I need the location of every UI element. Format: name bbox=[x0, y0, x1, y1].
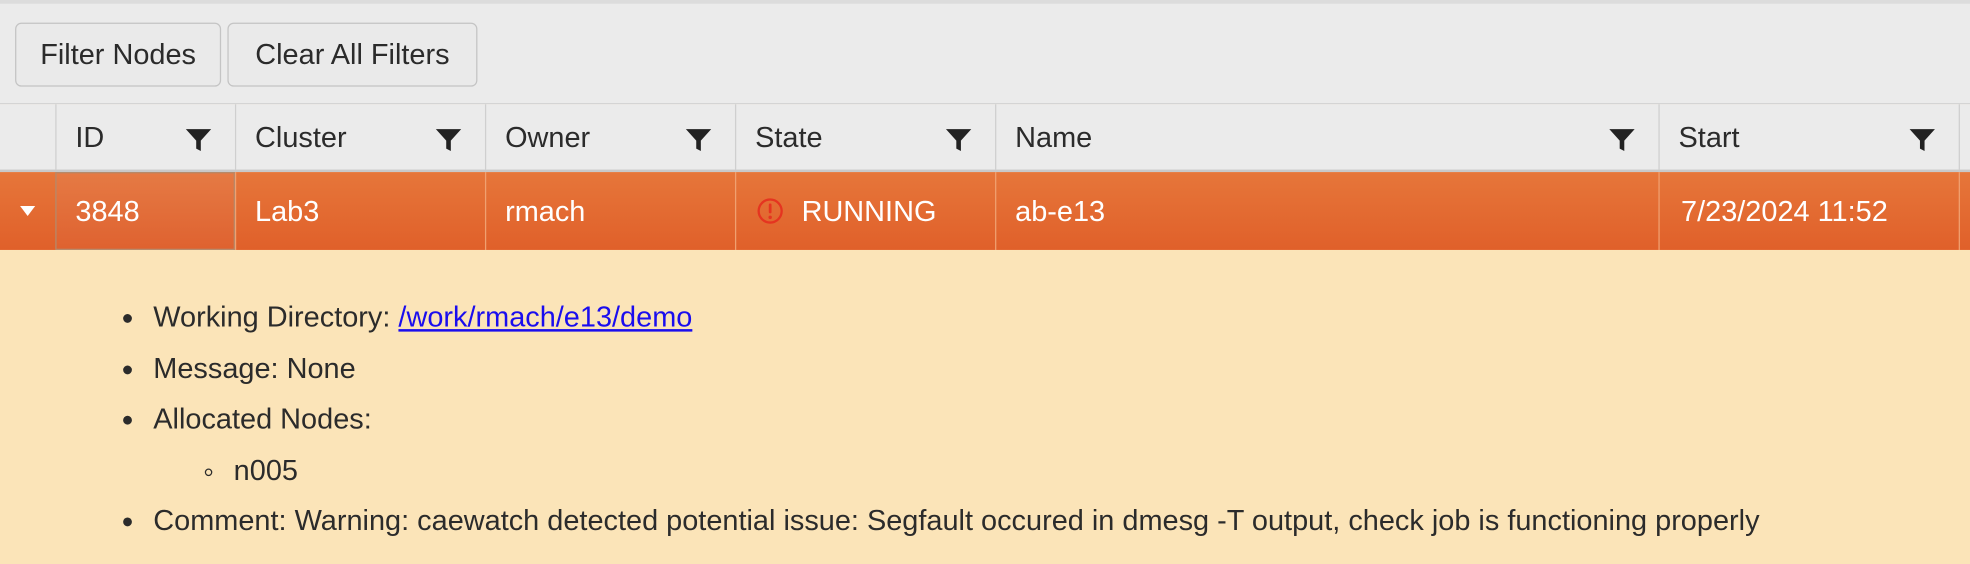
filter-funnel-icon[interactable] bbox=[945, 126, 973, 154]
allocated-node: n005 bbox=[233, 453, 298, 487]
name-value: ab-e13 bbox=[1015, 194, 1106, 227]
working-directory-label: Working Directory: bbox=[153, 300, 399, 333]
table-row[interactable]: 3848 Lab3 rmach RUNNING ab-e13 7/23/2024… bbox=[0, 172, 1970, 250]
cell-start[interactable]: 7/23/2024 11:52 bbox=[1658, 172, 1958, 250]
jobs-grid-page: Filter Nodes Clear All Filters ID Cluste… bbox=[0, 0, 1970, 564]
toolbar: Filter Nodes Clear All Filters bbox=[0, 0, 1970, 105]
cell-cluster[interactable]: Lab3 bbox=[234, 172, 485, 250]
allocated-nodes-item: Allocated Nodes: bbox=[153, 401, 372, 435]
column-label: Name bbox=[1015, 119, 1093, 153]
working-directory-item: Working Directory: /work/rmach/e13/demo bbox=[153, 300, 692, 334]
column-label: Cluster bbox=[255, 119, 347, 153]
bullet bbox=[123, 314, 132, 323]
column-header-start[interactable]: Start bbox=[1658, 104, 1958, 170]
cell-id[interactable]: 3848 bbox=[55, 172, 235, 250]
column-header-name[interactable]: Name bbox=[995, 104, 1658, 170]
header-expander-cell bbox=[0, 104, 55, 169]
exclamation-circle-icon bbox=[757, 198, 783, 224]
caret-down-icon[interactable] bbox=[19, 205, 37, 218]
filter-funnel-icon[interactable] bbox=[1908, 126, 1936, 154]
column-header-overflow bbox=[1958, 104, 1970, 170]
cluster-value: Lab3 bbox=[255, 194, 320, 227]
job-id: 3848 bbox=[75, 194, 140, 227]
bullet bbox=[123, 517, 132, 527]
comment-item: Comment: Warning: caewatch detected pote… bbox=[153, 503, 1760, 537]
working-directory-link[interactable]: /work/rmach/e13/demo bbox=[398, 300, 692, 333]
filter-funnel-icon[interactable] bbox=[435, 126, 463, 154]
owner-value: rmach bbox=[505, 194, 586, 227]
filter-nodes-button[interactable]: Filter Nodes bbox=[15, 22, 222, 87]
cell-name[interactable]: ab-e13 bbox=[995, 172, 1658, 250]
column-header-id[interactable]: ID bbox=[55, 104, 235, 170]
bullet bbox=[123, 365, 132, 375]
row-detail-panel: Working Directory: /work/rmach/e13/demo … bbox=[0, 249, 1970, 564]
column-header-state[interactable]: State bbox=[734, 104, 995, 170]
state-value: RUNNING bbox=[801, 194, 937, 227]
cell-owner[interactable]: rmach bbox=[484, 172, 735, 250]
start-value: 7/23/2024 11:52 bbox=[1681, 194, 1888, 227]
filter-funnel-icon[interactable] bbox=[1608, 126, 1636, 154]
grid-header: ID Cluster Owner State Name Start bbox=[0, 104, 1970, 173]
column-label: Owner bbox=[505, 119, 591, 153]
cell-overflow bbox=[1958, 172, 1970, 250]
hollow-bullet bbox=[204, 468, 213, 477]
filter-funnel-icon[interactable] bbox=[685, 126, 713, 154]
column-label: Start bbox=[1678, 119, 1740, 153]
row-expander[interactable] bbox=[0, 172, 55, 250]
column-header-cluster[interactable]: Cluster bbox=[234, 104, 485, 170]
bullet bbox=[123, 415, 132, 425]
cell-state[interactable]: RUNNING bbox=[734, 172, 995, 250]
column-header-owner[interactable]: Owner bbox=[484, 104, 735, 170]
clear-all-filters-button[interactable]: Clear All Filters bbox=[227, 22, 478, 87]
message-item: Message: None bbox=[153, 351, 356, 385]
column-label: State bbox=[755, 119, 823, 153]
column-label: ID bbox=[75, 119, 105, 153]
filter-funnel-icon[interactable] bbox=[185, 126, 213, 154]
